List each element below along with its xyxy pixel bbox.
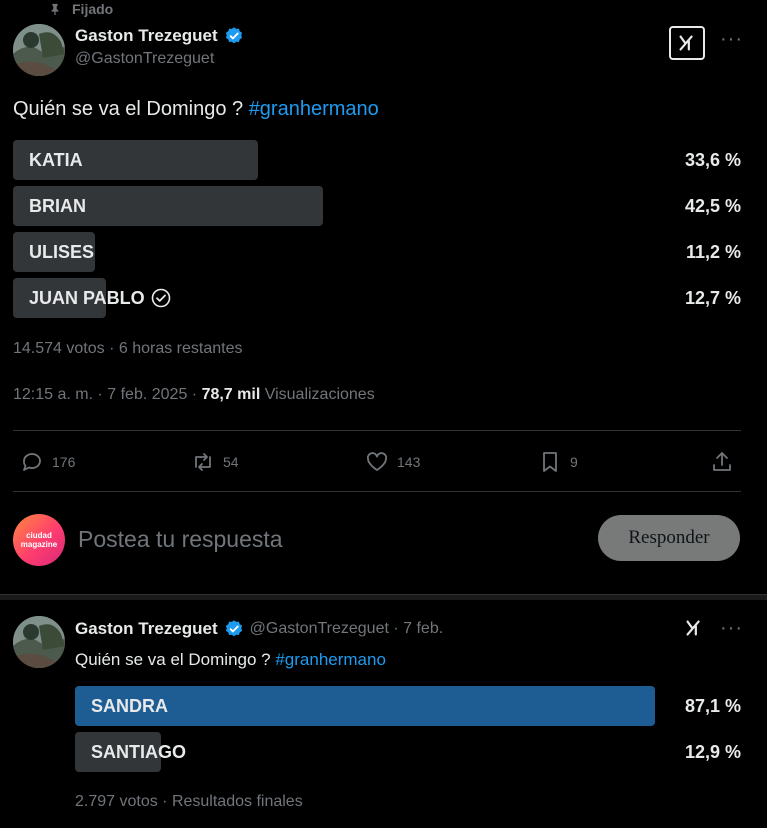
avatar-text-line-1: ciudad	[26, 531, 52, 540]
tweet-text-body: Quién se va el Domingo ?	[13, 98, 249, 120]
pinned-label: Fijado	[72, 1, 114, 17]
reply-icon	[23, 453, 41, 471]
poll-option-label: KATIA	[29, 149, 83, 170]
bookmark-count: 9	[570, 454, 578, 470]
author-avatar[interactable]	[13, 24, 65, 76]
poll-option: SANDRA 87,1 %	[75, 686, 741, 726]
divider	[13, 430, 741, 431]
hashtag-link[interactable]: #granhermano	[249, 98, 379, 120]
tweet-text: Quién se va el Domingo ? #granhermano	[13, 98, 379, 121]
poll-option-label: BRIAN	[29, 195, 86, 216]
views-count: 78,7 mil	[201, 386, 261, 403]
grok-icon[interactable]	[669, 26, 705, 60]
more-options-icon[interactable]: ···	[720, 617, 743, 640]
poll-option-percent: 42,5 %	[684, 195, 741, 216]
repost-action[interactable]: 54	[191, 450, 239, 474]
bookmark-action[interactable]: 9	[538, 450, 578, 474]
poll-option-label: ULISES	[29, 241, 95, 262]
poll-option-percent: 11,2 %	[685, 241, 741, 262]
poll-meta: 2.797 votos · Resultados finales	[75, 793, 303, 810]
author-handle-date[interactable]: @GastonTrezeguet · 7 feb.	[250, 620, 444, 638]
pin-icon	[48, 2, 62, 16]
poll-option-percent: 12,9 %	[684, 741, 741, 762]
author-name[interactable]: Gaston Trezeguet	[75, 619, 218, 639]
poll-option: ULISES 11,2 %	[13, 232, 741, 272]
verified-badge-icon	[225, 620, 242, 637]
author-info: Gaston Trezeguet @GastonTrezeguet	[75, 26, 244, 68]
section-divider	[0, 594, 767, 600]
author-avatar[interactable]	[13, 616, 65, 668]
poll-option-label: SANDRA	[91, 695, 169, 716]
heart-icon	[366, 452, 388, 471]
poll-option-percent: 33,6 %	[684, 149, 741, 170]
verified-badge-icon	[225, 27, 242, 44]
share-icon	[713, 452, 731, 471]
like-action[interactable]: 143	[365, 450, 420, 474]
poll-option-percent: 87,1 %	[684, 695, 741, 716]
author-name[interactable]: Gaston Trezeguet	[75, 26, 218, 46]
more-options-icon[interactable]: ···	[720, 28, 743, 51]
reply-input[interactable]: Postea tu respuesta	[78, 526, 283, 553]
hashtag-link[interactable]: #granhermano	[275, 650, 386, 669]
grok-icon[interactable]	[683, 617, 705, 644]
poll-option: KATIA 33,6 %	[13, 140, 741, 180]
poll-option-label: JUAN PABLO	[29, 287, 145, 308]
reply-count: 176	[52, 454, 76, 470]
reply-button[interactable]: Responder	[598, 515, 740, 561]
poll-meta: 14.574 votos · 6 horas restantes	[13, 340, 243, 357]
bookmark-icon	[543, 452, 557, 472]
repost-count: 54	[223, 454, 239, 470]
pinned-indicator: Fijado	[48, 0, 113, 18]
tweet-text: Quién se va el Domingo ? #granhermano	[75, 650, 386, 670]
tweet-text-body: Quién se va el Domingo ?	[75, 650, 276, 669]
tweet-timestamp[interactable]: 12:15 a. m. · 7 feb. 2025 ·	[13, 386, 202, 403]
poll-option: BRIAN 42,5 %	[13, 186, 741, 226]
like-count: 143	[397, 454, 421, 470]
poll-option-percent: 12,7 %	[684, 287, 741, 308]
avatar-text-line-2: magazine	[20, 540, 58, 549]
poll-option-label: SANTIAGO	[91, 741, 187, 762]
poll-option: JUAN PABLO 12,7 %	[13, 278, 741, 318]
current-user-avatar[interactable]: ciudad magazine	[13, 514, 65, 566]
poll-option: SANTIAGO 12,9 %	[75, 732, 741, 772]
tweet-timestamp-line: 12:15 a. m. · 7 feb. 2025 · 78,7 mil Vis…	[13, 386, 375, 404]
tweet2-header: Gaston Trezeguet @GastonTrezeguet · 7 fe…	[75, 619, 443, 639]
author-handle[interactable]: @GastonTrezeguet	[75, 50, 244, 68]
reply-action[interactable]: 176	[20, 450, 75, 474]
views-label: Visualizaciones	[260, 386, 375, 403]
voted-check-icon	[151, 288, 170, 308]
share-action[interactable]	[710, 450, 734, 474]
repost-icon	[195, 453, 211, 471]
divider	[13, 491, 741, 492]
